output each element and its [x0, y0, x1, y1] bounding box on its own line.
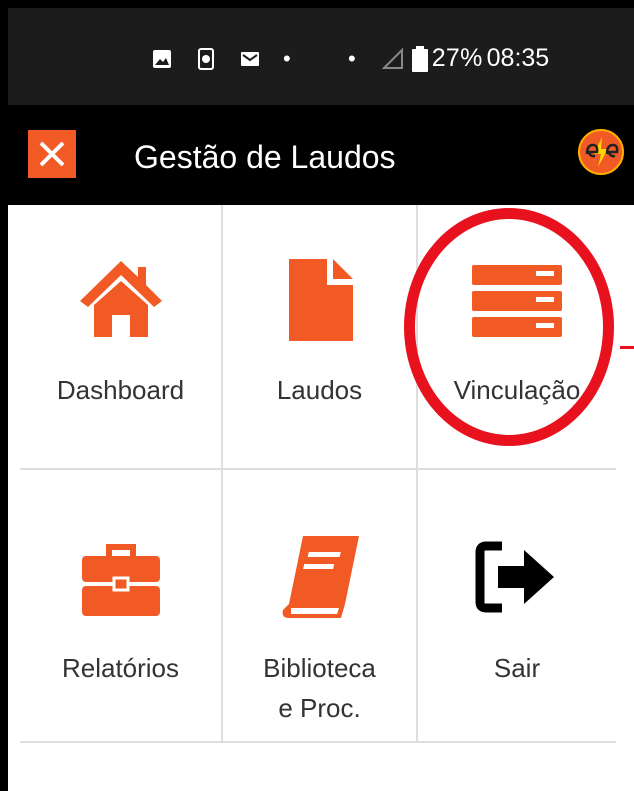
ere-logo-icon: [578, 129, 624, 175]
sign-out-icon: [475, 541, 554, 613]
book-icon: [282, 536, 359, 618]
menu-item-label: Relatórios: [61, 653, 180, 683]
clock: 08:35: [486, 44, 550, 72]
menu-item-label: Sair: [493, 653, 541, 683]
close-button[interactable]: [28, 130, 76, 178]
notification-dot: •: [348, 45, 356, 71]
briefcase-icon: [81, 544, 160, 616]
menu-item-laudos[interactable]: Laudos: [223, 205, 418, 468]
app-title: Gestão de Laudos: [134, 139, 396, 175]
annotation-arrow: [620, 346, 634, 349]
mail-icon: [241, 52, 259, 66]
battery-percent: 27%: [431, 44, 483, 72]
document-icon: [288, 259, 353, 341]
menu-item-label: Dashboard: [56, 375, 185, 405]
menu-item-label: Laudos: [276, 375, 363, 405]
image-icon: [153, 50, 171, 68]
notification-dot: •: [283, 46, 291, 71]
menu-item-label: Biblioteca e Proc.: [263, 653, 376, 723]
app-screen: • • 27% 08:35 Gestão de Laudos Dashboard…: [8, 8, 634, 791]
highlight-circle: [404, 208, 614, 446]
close-icon: [39, 141, 65, 167]
call-icon: [198, 48, 214, 70]
app-bar: Gestão de Laudos: [8, 105, 634, 205]
notification-icons: •: [151, 48, 291, 70]
home-icon: [79, 261, 162, 337]
menu-row: Relatórios Biblioteca e Proc. Sair: [20, 470, 616, 743]
menu-item-relatorios[interactable]: Relatórios: [20, 470, 223, 741]
status-bar: • • 27% 08:35: [8, 8, 634, 105]
system-indicators: • 27% 08:35: [348, 44, 549, 73]
signal-icon: [381, 47, 403, 69]
menu-item-biblioteca[interactable]: Biblioteca e Proc.: [223, 470, 418, 741]
menu-item-sair[interactable]: Sair: [418, 470, 616, 741]
battery-icon: [411, 45, 428, 72]
menu-item-dashboard[interactable]: Dashboard: [20, 205, 223, 468]
